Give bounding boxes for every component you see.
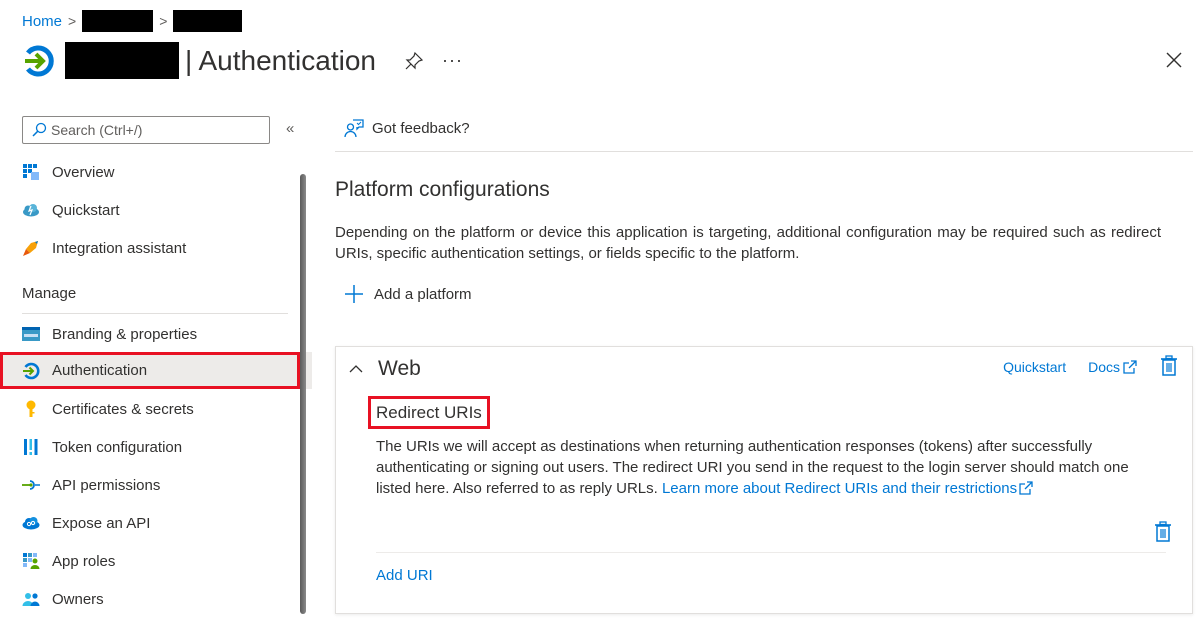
sidebar-item-integration-assistant[interactable]: Integration assistant — [0, 230, 300, 266]
sidebar-item-expose-an-api[interactable]: Expose an API — [0, 505, 300, 541]
search-input[interactable] — [51, 122, 251, 138]
authentication-app-icon — [25, 45, 54, 76]
web-card-header[interactable]: Web — [348, 357, 421, 381]
docs-link-label: Docs — [1088, 359, 1120, 375]
token-bars-icon — [21, 437, 41, 457]
trash-icon — [1155, 521, 1171, 542]
more-options-icon[interactable]: ··· — [442, 50, 463, 71]
feedback-icon — [344, 119, 364, 138]
search-icon — [32, 122, 47, 137]
sidebar-item-app-roles[interactable]: App roles — [0, 543, 300, 579]
owners-icon — [21, 589, 41, 609]
delete-uri-button[interactable] — [1154, 521, 1172, 547]
breadcrumb-home-link[interactable]: Home — [22, 13, 62, 30]
sidebar-scrollbar[interactable] — [300, 174, 306, 614]
feedback-button[interactable]: Got feedback? — [344, 118, 470, 138]
sidebar-item-overview[interactable]: Overview — [0, 154, 300, 190]
close-icon[interactable] — [1164, 50, 1184, 70]
expose-api-cloud-icon — [21, 513, 41, 533]
sidebar-search[interactable] — [22, 116, 270, 144]
web-platform-title: Web — [378, 357, 421, 380]
collapse-sidebar-icon[interactable]: « — [286, 120, 294, 137]
sidebar-item-label: App roles — [52, 552, 116, 570]
page-header: | Authentication ··· — [22, 42, 463, 79]
overview-grid-icon — [21, 162, 41, 182]
breadcrumb-separator: > — [68, 13, 77, 29]
app-roles-icon — [21, 551, 41, 571]
trash-icon — [1161, 355, 1177, 376]
feedback-label: Got feedback? — [372, 119, 470, 137]
sidebar-item-label: Certificates & secrets — [52, 400, 194, 418]
uri-row-divider — [376, 552, 1166, 553]
web-card-actions: Quickstart Docs — [1003, 355, 1178, 379]
key-icon — [21, 399, 41, 419]
add-platform-label: Add a platform — [374, 285, 472, 303]
breadcrumb-redacted-item[interactable] — [173, 10, 243, 32]
authentication-icon — [21, 361, 41, 381]
sidebar-item-label: Token configuration — [52, 438, 183, 456]
breadcrumb-redacted-item[interactable] — [82, 10, 154, 32]
external-link-icon — [1123, 360, 1137, 374]
pin-icon[interactable] — [404, 51, 424, 71]
learn-more-link-label: Learn more about Redirect URIs and their… — [661, 480, 1018, 497]
sidebar-item-api-permissions[interactable]: API permissions — [0, 467, 300, 503]
sidebar-item-label: Overview — [52, 163, 115, 181]
branding-www-icon — [21, 324, 41, 344]
sidebar-item-label: API permissions — [52, 476, 161, 494]
docs-link[interactable]: Docs — [1088, 359, 1138, 375]
platform-configurations-description: Depending on the platform or device this… — [335, 224, 1161, 262]
rocket-icon — [21, 238, 41, 258]
sidebar-item-token-configuration[interactable]: Token configuration — [0, 429, 300, 465]
manage-section-label: Manage — [22, 285, 77, 302]
redirect-uris-description: The URIs we will accept as destinations … — [376, 436, 1166, 499]
chevron-up-icon[interactable] — [348, 361, 364, 377]
sidebar-item-label: Owners — [52, 590, 104, 608]
sidebar-item-label: Expose an API — [52, 514, 151, 532]
quickstart-link[interactable]: Quickstart — [1003, 359, 1066, 375]
platform-configurations-heading: Platform configurations — [335, 178, 550, 201]
quickstart-cloud-icon — [21, 200, 41, 220]
sidebar-item-label: Quickstart — [52, 201, 120, 219]
plus-icon — [345, 285, 363, 303]
page-title: | Authentication — [185, 44, 376, 76]
web-platform-card: Web Quickstart Docs Redirect URIs The UR… — [335, 346, 1193, 614]
api-permissions-icon — [21, 475, 41, 495]
learn-more-redirect-uris-link[interactable]: Learn more about Redirect URIs and their… — [662, 480, 1034, 497]
sidebar-item-certificates-secrets[interactable]: Certificates & secrets — [0, 391, 300, 427]
redirect-uris-heading: Redirect URIs — [368, 396, 490, 429]
section-divider — [22, 313, 288, 314]
toolbar-divider — [335, 151, 1193, 152]
delete-platform-button[interactable] — [1160, 355, 1178, 379]
add-uri-link[interactable]: Add URI — [376, 567, 433, 584]
breadcrumb-separator: > — [159, 13, 168, 29]
sidebar-item-label: Branding & properties — [52, 325, 198, 343]
add-platform-button[interactable]: Add a platform — [344, 284, 472, 304]
sidebar-item-branding-properties[interactable]: Branding & properties — [0, 316, 300, 352]
app-name-redacted — [65, 42, 179, 79]
sidebar-item-label: Integration assistant — [52, 239, 187, 257]
sidebar-item-owners[interactable]: Owners — [0, 581, 300, 617]
sidebar-item-label: Authentication — [52, 362, 148, 379]
sidebar-item-authentication[interactable]: Authentication — [0, 352, 300, 389]
external-link-icon — [1019, 481, 1033, 495]
sidebar-item-quickstart[interactable]: Quickstart — [0, 192, 300, 228]
breadcrumb: Home > > — [22, 10, 243, 32]
